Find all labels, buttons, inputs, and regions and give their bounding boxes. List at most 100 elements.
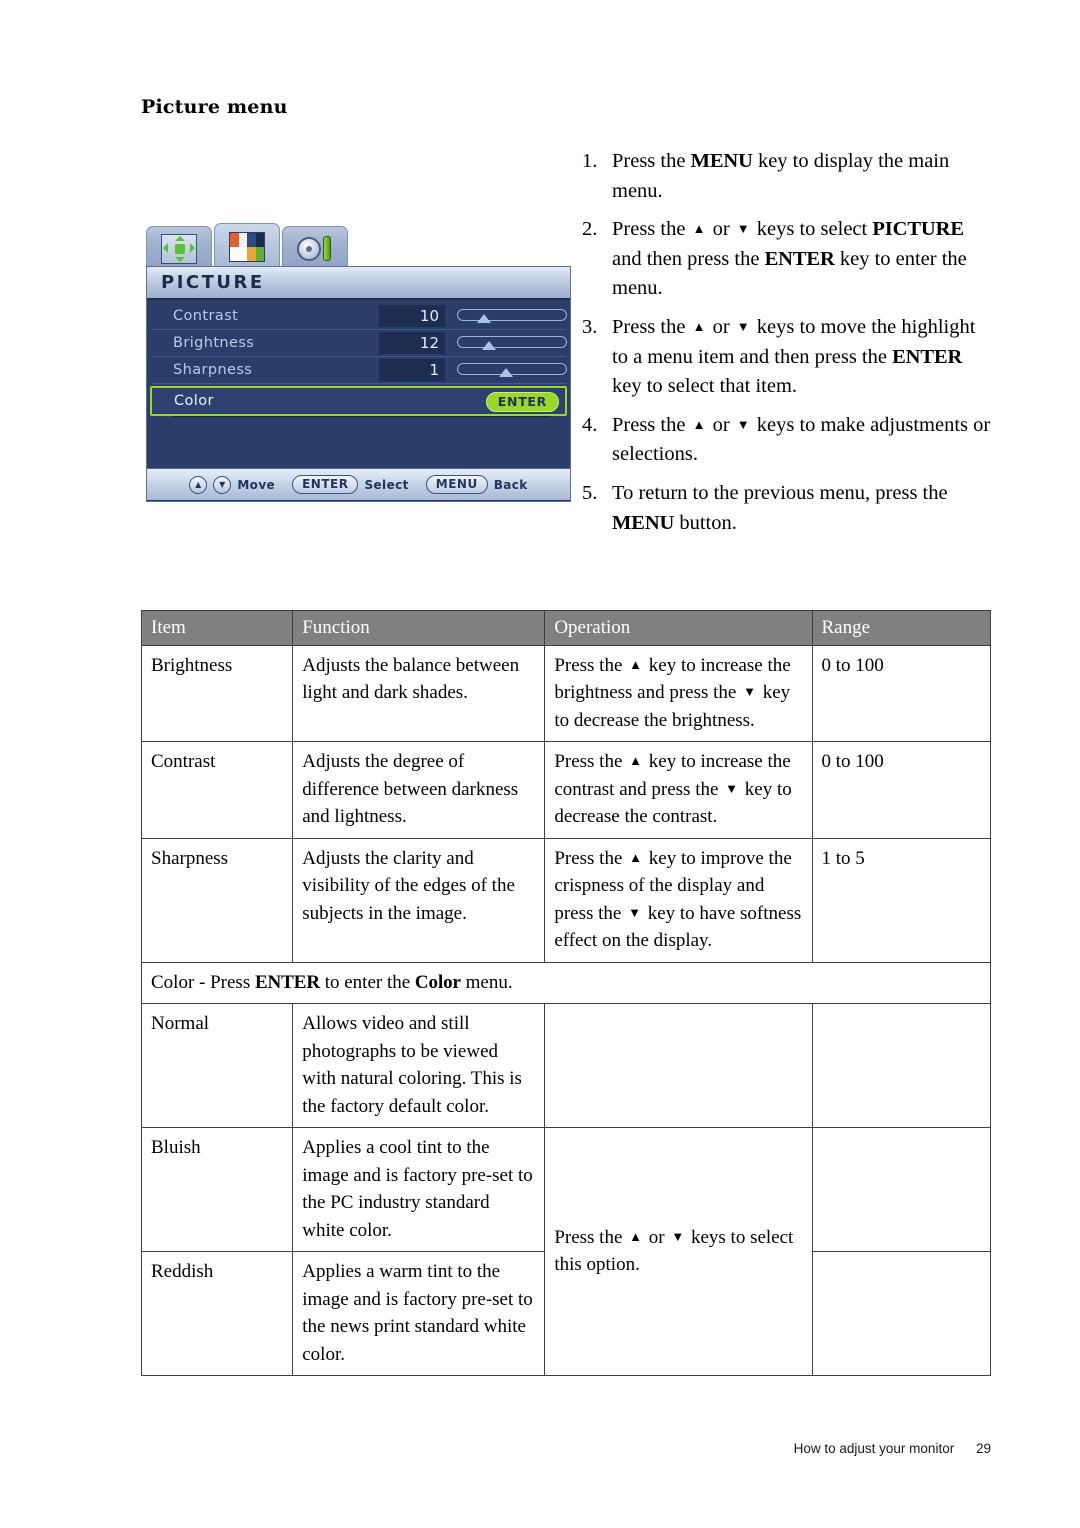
arrow-up-icon <box>627 657 644 672</box>
table-cell-item: Normal <box>140 1003 294 1128</box>
instruction-number: 2. <box>582 218 598 241</box>
osd-move-label: Move <box>237 477 276 492</box>
arrow-up-icon <box>627 753 644 768</box>
osd-hint-bar: ▲ ▼ Move ENTER Select MENU Back <box>147 468 570 500</box>
osd-row-sharpness[interactable]: Sharpness 1 <box>151 357 567 384</box>
table-cell-range <box>811 1127 991 1252</box>
osd-up-key-icon[interactable]: ▲ <box>189 475 208 494</box>
osd-title-bar: PICTURE <box>147 267 570 300</box>
osd-row-value: 10 <box>379 305 445 327</box>
osd-row-value: 1 <box>379 359 445 381</box>
emphasis-text: MENU <box>690 150 753 172</box>
emphasis-text: ENTER <box>892 345 963 368</box>
emphasis-text: ENTER <box>254 971 320 993</box>
osd-row-contrast[interactable]: Contrast 10 <box>151 303 567 330</box>
table-cell-item: Brightness <box>140 644 294 742</box>
osd-back-label: Back <box>493 477 528 492</box>
color-bars-icon <box>229 232 265 262</box>
osd-row-label: Brightness <box>173 335 255 351</box>
osd-tab-strip <box>146 222 350 270</box>
osd-row-label: Contrast <box>173 308 239 324</box>
osd-row-value: 12 <box>379 332 445 354</box>
osd-slider-knob[interactable] <box>499 368 514 377</box>
osd-row-brightness[interactable]: Brightness 12 <box>151 330 567 357</box>
table-cell-operation: Press the key to improve the crispness o… <box>544 837 813 963</box>
osd-row-label: Color <box>174 393 214 409</box>
arrow-down-icon <box>723 781 740 796</box>
osd-enter-key[interactable]: ENTER <box>292 475 359 494</box>
arrow-down-icon <box>669 1229 686 1244</box>
arrow-down-icon <box>626 905 643 920</box>
osd-slider[interactable] <box>457 336 567 350</box>
osd-row-label: Sharpness <box>173 362 253 378</box>
table-cell-operation: Press the or keys to select this option. <box>544 1127 813 1376</box>
table-cell-range: 1 to 5 <box>811 837 991 963</box>
arrow-down-icon <box>735 319 752 334</box>
osd-slider[interactable] <box>457 363 567 377</box>
arrow-down-icon <box>741 684 758 699</box>
osd-slider[interactable] <box>457 309 567 323</box>
osd-tab-display[interactable] <box>146 226 212 270</box>
instruction-step-4: 4. Press the or keys to make adjustments … <box>582 411 994 470</box>
instruction-number: 1. <box>582 150 598 172</box>
osd-menu-key[interactable]: MENU <box>425 475 488 494</box>
table-cell-function: Adjusts the degree of difference between… <box>292 741 546 839</box>
emphasis-text: Color <box>414 971 461 993</box>
table-header-row: Item Function Operation Range <box>140 610 991 646</box>
arrow-down-icon <box>735 417 752 432</box>
table-row: Bluish Applies a cool tint to the image a… <box>140 1127 991 1376</box>
osd-panel: PICTURE Contrast 10 Brightness 12 Sharpness 1… <box>146 266 571 502</box>
table-column-header-operation: Operation <box>544 610 813 646</box>
instruction-list: 1. Press the MENU key to display the main… <box>582 147 994 547</box>
table-cell-range <box>811 1003 991 1128</box>
emphasis-text: ENTER <box>764 247 835 270</box>
table-column-header-item: Item <box>140 610 294 646</box>
osd-down-key-icon[interactable]: ▼ <box>213 475 232 494</box>
table-cell-item: Contrast <box>140 741 294 839</box>
table-cell-function: Adjusts the clarity and visibility of th… <box>292 837 546 963</box>
instruction-step-2: 2. Press the or keys to select PICTURE an… <box>582 215 994 304</box>
table-cell-function: Applies a warm tint to the image and is … <box>292 1251 546 1376</box>
table-row: Sharpness Adjusts the clarity and visibil… <box>140 837 991 963</box>
table-cell-range <box>811 1251 991 1376</box>
table-row: Normal Allows video and still photographs… <box>140 1003 991 1128</box>
page-title: Picture menu <box>141 96 288 118</box>
table-cell-range: 0 to 100 <box>811 741 991 839</box>
move-arrows-icon <box>161 233 197 264</box>
osd-divider <box>173 416 550 417</box>
osd-row-color[interactable]: Color ENTER <box>150 386 567 416</box>
picture-menu-table: Item Function Operation Range Brightness Adj… <box>140 610 991 1376</box>
table-cell-operation: Press the key to increase the brightness… <box>544 644 813 742</box>
table-column-header-function: Function <box>292 610 546 646</box>
emphasis-text: PICTURE <box>872 218 964 241</box>
osd-tab-picture[interactable] <box>214 223 280 270</box>
arrow-up-icon <box>627 850 644 865</box>
instruction-number: 5. <box>582 481 598 504</box>
osd-slider-knob[interactable] <box>477 314 492 323</box>
instruction-number: 3. <box>582 315 598 338</box>
instruction-number: 4. <box>582 413 598 436</box>
table-row: Contrast Adjusts the degree of difference… <box>140 741 991 839</box>
instruction-text: To return to the previous menu, press th… <box>612 481 948 534</box>
instruction-step-5: 5. To return to the previous menu, press … <box>582 479 994 538</box>
osd-slider-knob[interactable] <box>481 341 496 350</box>
osd-select-label: Select <box>364 477 409 492</box>
instruction-text: Press the MENU key to display the main m… <box>612 150 950 202</box>
osd-screenshot: PICTURE Contrast 10 Brightness 12 Sharpness 1… <box>146 222 571 502</box>
osd-menu-items: Contrast 10 Brightness 12 Sharpness 1 Color ENT… <box>147 300 570 468</box>
arrow-up-icon <box>691 221 708 236</box>
table-cell-item: Bluish <box>140 1127 294 1252</box>
table-cell-range: 0 to 100 <box>811 644 991 742</box>
table-cell-operation <box>544 1003 813 1128</box>
arrow-down-icon <box>735 221 752 236</box>
instruction-text: Press the or keys to move the highlight … <box>612 313 994 402</box>
osd-tab-system[interactable] <box>282 226 348 270</box>
instruction-step-3: 3. Press the or keys to move the highligh… <box>582 313 994 402</box>
osd-enter-badge[interactable]: ENTER <box>485 392 559 412</box>
table-cell-color-note: Color - Press ENTER to enter the Color m… <box>141 961 991 1004</box>
table-cell-function: Allows video and still photographs to be… <box>292 1003 546 1128</box>
table-column-header-range: Range <box>811 610 991 646</box>
table-cell-operation: Press the key to increase the contrast a… <box>544 741 813 839</box>
arrow-up-icon <box>691 417 708 432</box>
table-cell-item: Sharpness <box>140 837 294 963</box>
